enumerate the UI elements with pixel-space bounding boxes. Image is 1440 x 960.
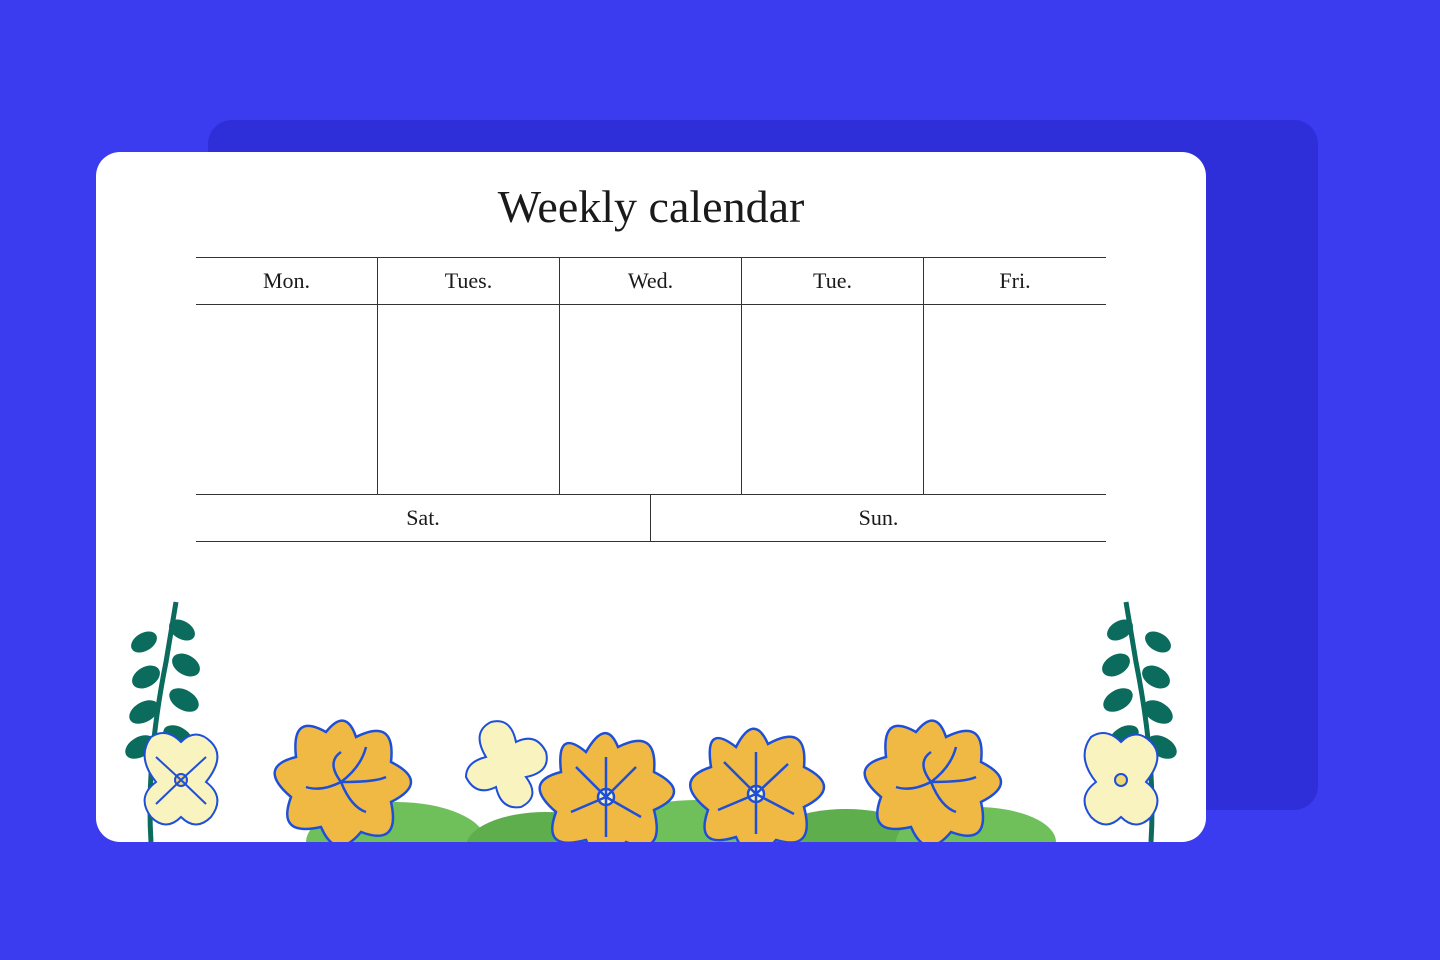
day-header-tue: Tue. — [742, 258, 924, 305]
day-cell-fri — [924, 305, 1106, 495]
pale-flower-mid-icon — [466, 721, 547, 807]
day-cell-wed — [560, 305, 742, 495]
day-header-mon: Mon. — [196, 258, 378, 305]
day-header-tues: Tues. — [378, 258, 560, 305]
weekend-header-row: Sat. Sun. — [196, 495, 1106, 542]
foliage-icon — [306, 800, 1056, 842]
day-cell-mon — [196, 305, 378, 495]
calendar-grid: Mon. Tues. Wed. Tue. Fri. Sat. Sun. — [96, 257, 1206, 542]
orange-flower-3-icon — [690, 729, 824, 842]
pale-flower-left-icon — [145, 733, 218, 825]
page-title: Weekly calendar — [96, 180, 1206, 233]
day-header-wed: Wed. — [560, 258, 742, 305]
day-header-sat: Sat. — [196, 495, 651, 542]
right-branch-icon — [1098, 602, 1181, 842]
left-branch-icon — [121, 602, 204, 842]
orange-flower-4-icon — [865, 721, 1001, 842]
day-cell-tues — [378, 305, 560, 495]
orange-flower-1-icon — [275, 721, 411, 842]
calendar-card: Weekly calendar Mon. Tues. Wed. Tue. Fri… — [96, 152, 1206, 842]
day-header-fri: Fri. — [924, 258, 1106, 305]
pale-flower-right-icon — [1085, 733, 1158, 825]
day-cell-tue — [742, 305, 924, 495]
floral-decoration — [96, 582, 1206, 842]
weekday-header-row: Mon. Tues. Wed. Tue. Fri. — [196, 257, 1106, 305]
weekday-cells-row — [196, 305, 1106, 495]
orange-flower-2-icon — [540, 733, 674, 842]
day-header-sun: Sun. — [651, 495, 1106, 542]
